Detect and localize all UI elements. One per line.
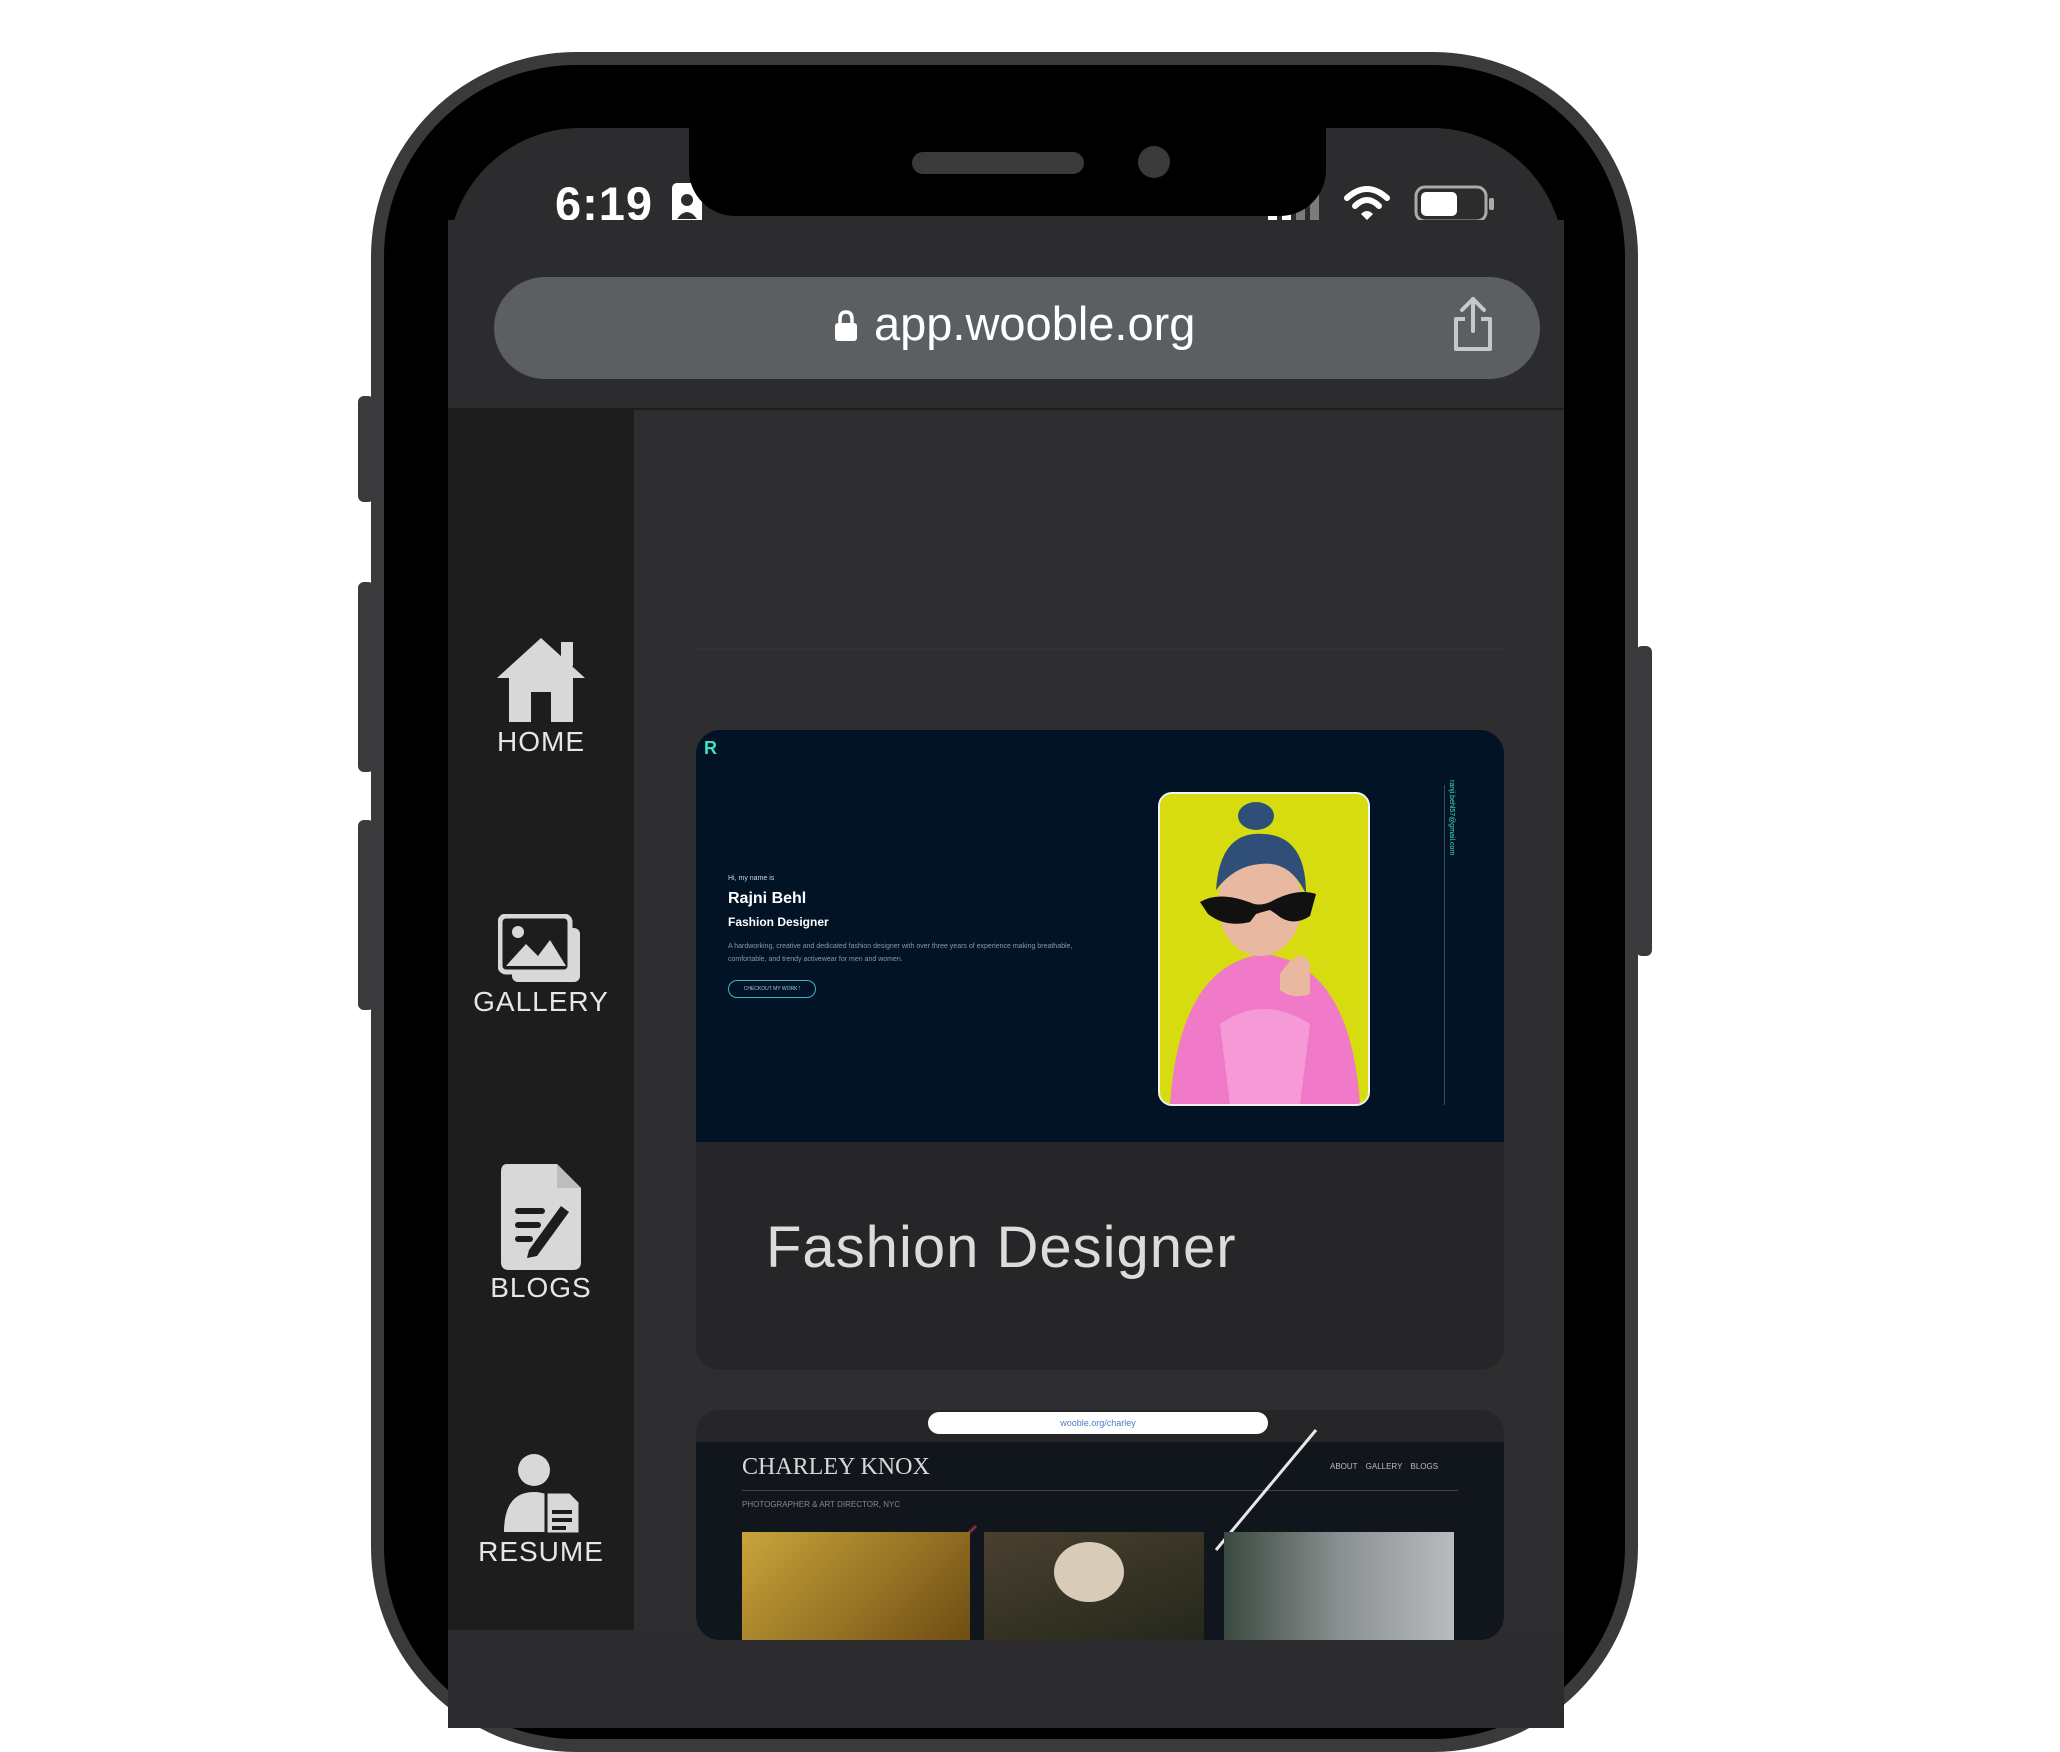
volume-up-button [358, 582, 374, 772]
sidebar-item-blogs[interactable]: BLOGS [448, 1162, 634, 1304]
preview-greeting: Hi, my name is [728, 875, 775, 882]
sidebar-item-label: BLOGS [490, 1272, 592, 1303]
preview-role: Fashion Designer [728, 915, 829, 929]
preview-logo: R [704, 738, 717, 758]
portrait-photo [1158, 792, 1370, 1106]
url-text[interactable]: app.wooble.org [874, 296, 1195, 351]
gallery-photo [1224, 1532, 1454, 1640]
sidebar-item-label: RESUME [478, 1536, 604, 1567]
volume-down-button [358, 820, 374, 1010]
front-camera [1138, 146, 1170, 178]
home-icon [497, 638, 585, 722]
wifi-icon [1344, 186, 1390, 220]
portfolio-card-photographer[interactable]: wooble.org/charley CHARLEY KNOX PHOTOGRA… [696, 1410, 1504, 1640]
sidebar [448, 410, 634, 1630]
battery-icon [1414, 185, 1494, 223]
preview-vertical-line [1444, 785, 1445, 1105]
portfolio-card-fashion-designer[interactable]: R Hi, my name is Rajni Behl Fashion Desi… [696, 730, 1504, 1370]
mute-switch [358, 396, 374, 502]
gallery-icon [498, 914, 580, 982]
power-button [1636, 646, 1652, 956]
sidebar-item-resume[interactable]: RESUME [448, 1452, 634, 1568]
sidebar-item-label: HOME [497, 726, 585, 757]
sidebar-item-gallery[interactable]: GALLERY [448, 914, 634, 1018]
preview-email: ranji.behl57@gmail.com [1448, 780, 1455, 856]
resume-icon [504, 1454, 582, 1536]
lock-icon [835, 310, 857, 341]
portfolio-preview: R Hi, my name is Rajni Behl Fashion Desi… [696, 730, 1504, 1142]
preview-description: A hardworking, creative and dedicated fa… [728, 943, 1073, 963]
preview-name: Rajni Behl [728, 890, 807, 907]
share-icon[interactable] [1450, 295, 1496, 353]
sidebar-item-label: GALLERY [473, 986, 609, 1017]
divider [696, 648, 1504, 650]
blog-edit-icon [501, 1164, 581, 1270]
speaker-grille [912, 152, 1084, 174]
gallery-photo [742, 1532, 970, 1640]
gallery-photo [984, 1532, 1204, 1640]
card-title: Fashion Designer [766, 1215, 1237, 1280]
preview-cta-button: CHECKOUT MY WORK ! [728, 980, 816, 998]
sidebar-item-home[interactable]: HOME [448, 634, 634, 758]
